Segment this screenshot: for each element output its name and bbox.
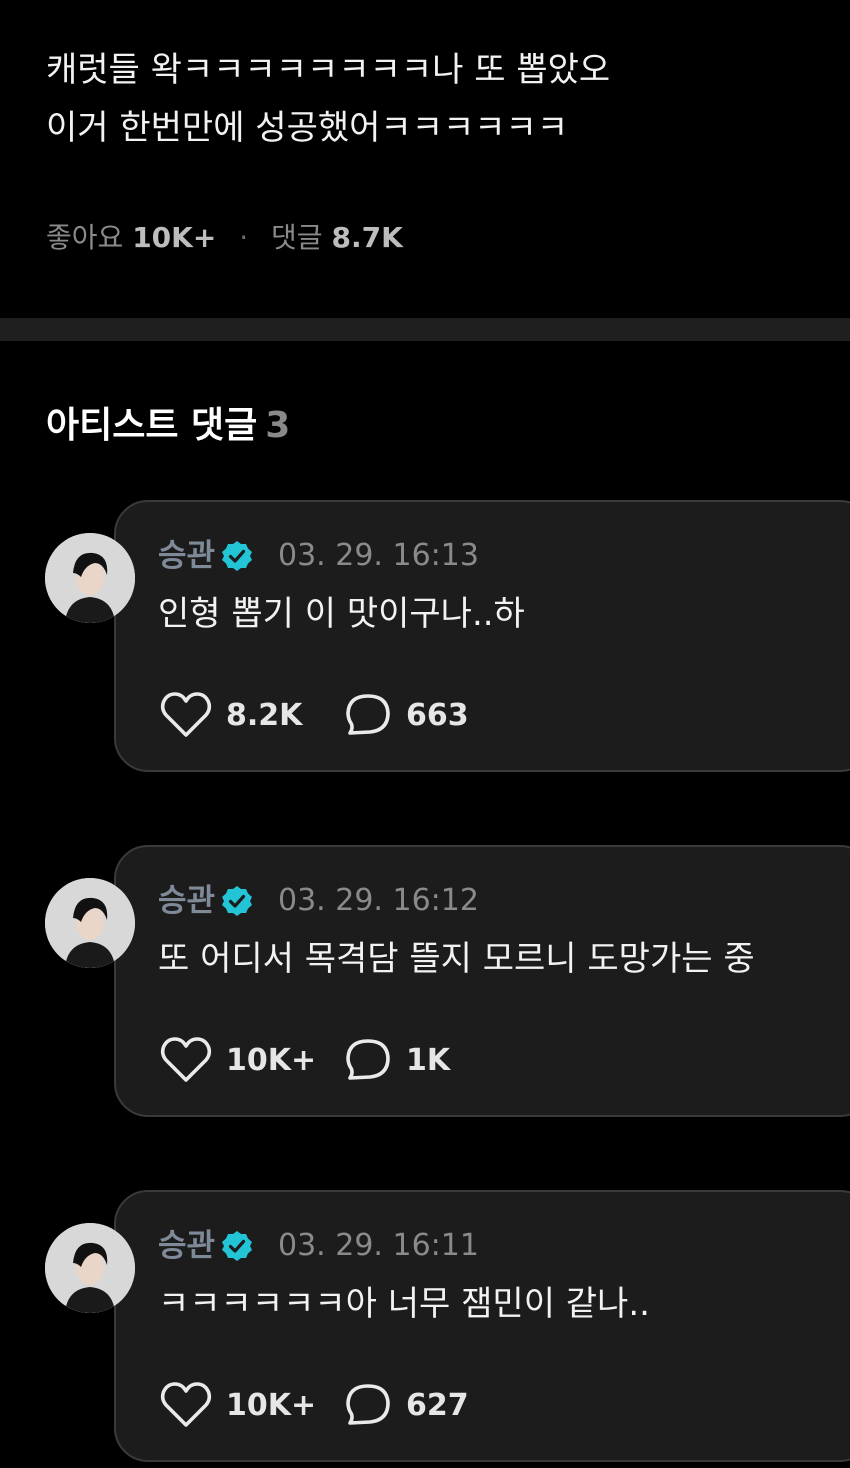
post-stats: 좋아요 10K+ · 댓글 8.7K	[46, 220, 403, 256]
comment-text: 또 어디서 목격담 뜰지 모르니 도망가는 중	[158, 939, 755, 979]
heart-icon	[160, 692, 212, 737]
artist-comments-header: 아티스트 댓글 3	[46, 404, 290, 448]
reply-button[interactable]: 663	[344, 690, 469, 740]
avatar[interactable]	[45, 533, 135, 623]
reply-count: 627	[406, 1387, 469, 1423]
comment-timestamp: 03. 29. 16:11	[278, 1228, 479, 1263]
artist-comment[interactable]: 승관 03. 29. 16:11 ㅋㅋㅋㅋㅋㅋ아 너무 잼민이 같나.. 10K…	[0, 1190, 850, 1466]
artist-comment[interactable]: 승관 03. 29. 16:13 인형 뽑기 이 맛이구나..하 8.2K 66…	[0, 500, 850, 776]
separator-dot: ·	[239, 221, 249, 254]
verified-badge-icon	[222, 541, 252, 571]
speech-bubble-icon	[346, 1039, 390, 1080]
section-divider	[0, 318, 850, 341]
reply-count: 663	[406, 697, 469, 733]
reply-button[interactable]: 1K	[344, 1035, 450, 1085]
likes-label: 좋아요	[46, 221, 124, 254]
like-button[interactable]: 10K+	[160, 1380, 316, 1430]
comments-count[interactable]: 8.7K	[331, 221, 402, 254]
comment-author[interactable]: 승관	[158, 536, 215, 576]
comments-label: 댓글	[271, 221, 323, 254]
like-button[interactable]: 8.2K	[160, 690, 302, 740]
avatar[interactable]	[45, 878, 135, 968]
reply-count: 1K	[406, 1042, 451, 1078]
post-text-line-1: 캐럿들 왁ㅋㅋㅋㅋㅋㅋㅋㅋ나 또 뽑았오	[46, 50, 611, 90]
avatar[interactable]	[45, 1223, 135, 1313]
verified-badge-icon	[222, 886, 252, 916]
comment-timestamp: 03. 29. 16:13	[278, 538, 479, 573]
artist-comments-count: 3	[265, 405, 291, 446]
artist-comment[interactable]: 승관 03. 29. 16:12 또 어디서 목격담 뜰지 모르니 도망가는 중…	[0, 845, 850, 1121]
comment-timestamp: 03. 29. 16:12	[278, 883, 479, 918]
like-count: 10K+	[226, 1042, 317, 1078]
post-text-line-2: 이거 한번만에 성공했어ㅋㅋㅋㅋㅋㅋ	[46, 108, 569, 148]
artist-comments-title: 아티스트 댓글	[46, 405, 258, 446]
speech-bubble-icon	[346, 1384, 390, 1425]
likes-count[interactable]: 10K+	[132, 221, 216, 254]
comment-text: ㅋㅋㅋㅋㅋㅋ아 너무 잼민이 같나..	[158, 1284, 650, 1324]
reply-button[interactable]: 627	[344, 1380, 469, 1430]
comment-author[interactable]: 승관	[158, 1226, 215, 1266]
like-button[interactable]: 10K+	[160, 1035, 316, 1085]
comment-text: 인형 뽑기 이 맛이구나..하	[158, 594, 525, 634]
heart-icon	[160, 1382, 212, 1427]
like-count: 8.2K	[226, 697, 303, 733]
speech-bubble-icon	[346, 694, 390, 735]
like-count: 10K+	[226, 1387, 317, 1423]
verified-badge-icon	[222, 1231, 252, 1261]
comment-author[interactable]: 승관	[158, 881, 215, 921]
heart-icon	[160, 1037, 212, 1082]
